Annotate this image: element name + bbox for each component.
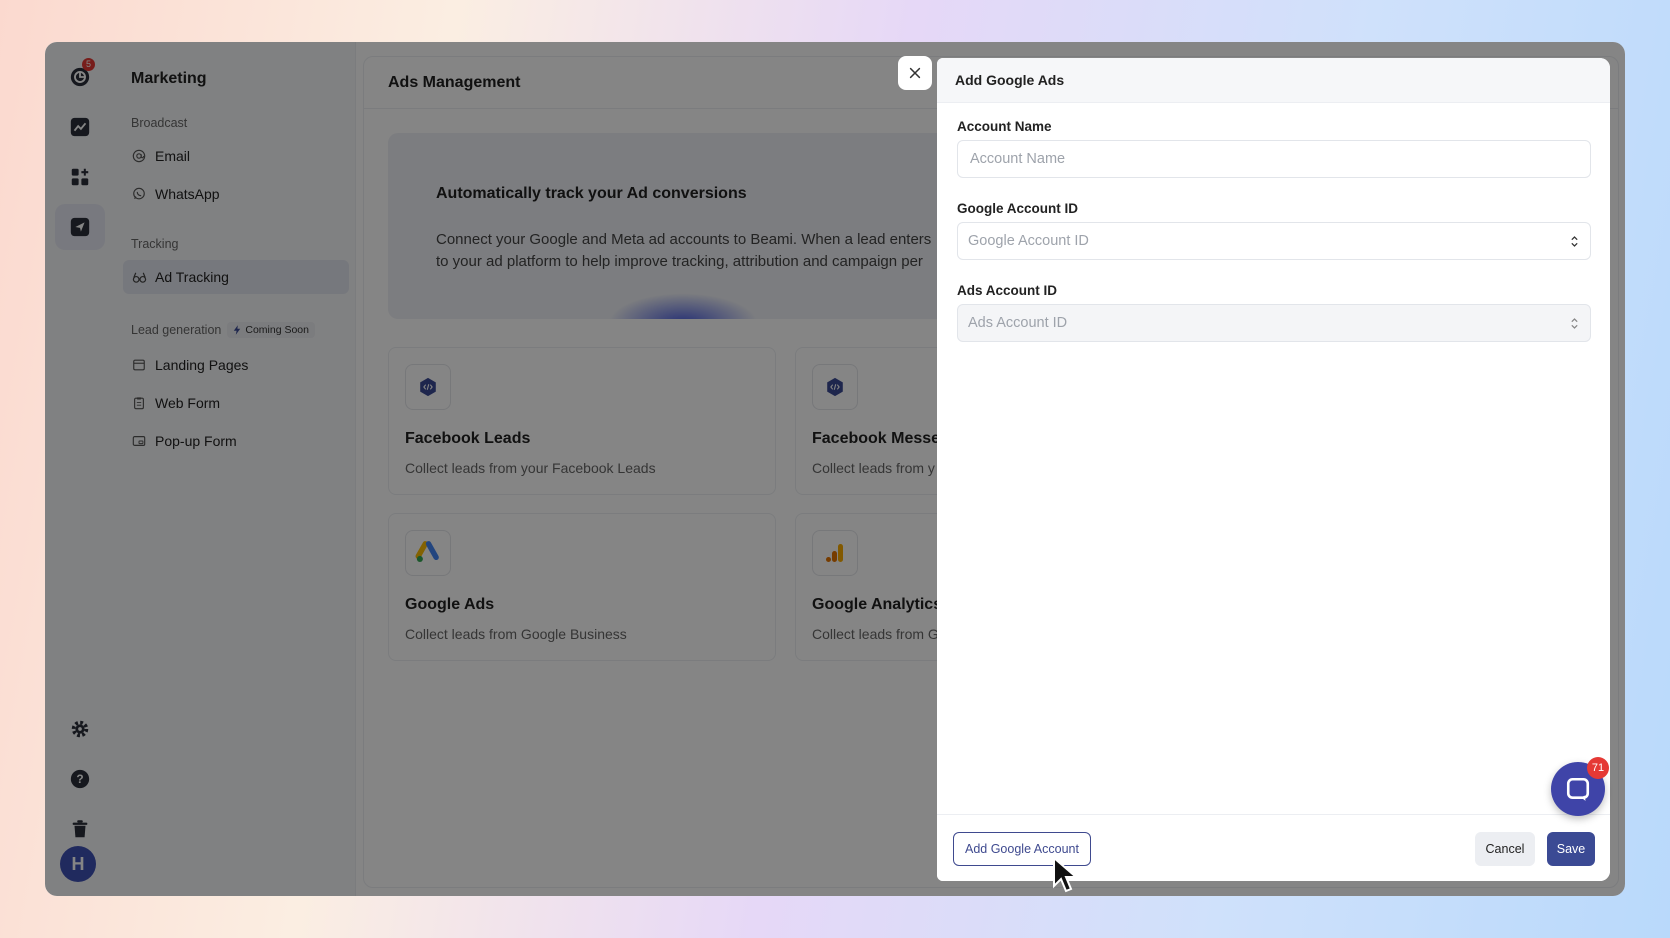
ads-account-id-select[interactable]: Ads Account ID	[957, 304, 1591, 342]
google-account-id-select[interactable]: Google Account ID	[957, 222, 1591, 260]
chat-icon	[1566, 777, 1590, 801]
add-google-ads-drawer: Add Google Ads Account Name Google Accou…	[937, 58, 1610, 881]
mouse-cursor-icon	[1053, 856, 1079, 893]
drawer-title: Add Google Ads	[937, 58, 1610, 103]
chat-unread-badge: 71	[1587, 757, 1609, 779]
account-name-field	[957, 140, 1591, 178]
account-name-label: Account Name	[957, 119, 1052, 134]
close-icon	[909, 67, 921, 79]
select-placeholder: Ads Account ID	[968, 315, 1068, 331]
save-button[interactable]: Save	[1547, 832, 1595, 866]
select-placeholder: Google Account ID	[968, 233, 1089, 249]
google-account-id-label: Google Account ID	[957, 201, 1078, 216]
close-drawer-button[interactable]	[898, 56, 932, 90]
cancel-button[interactable]: Cancel	[1475, 832, 1535, 866]
chevron-up-down-icon	[1568, 315, 1580, 331]
account-name-input[interactable]	[968, 150, 1580, 168]
ads-account-id-label: Ads Account ID	[957, 283, 1058, 298]
chevron-up-down-icon	[1568, 233, 1580, 249]
drawer-footer: Add Google Account Cancel Save	[937, 814, 1610, 881]
